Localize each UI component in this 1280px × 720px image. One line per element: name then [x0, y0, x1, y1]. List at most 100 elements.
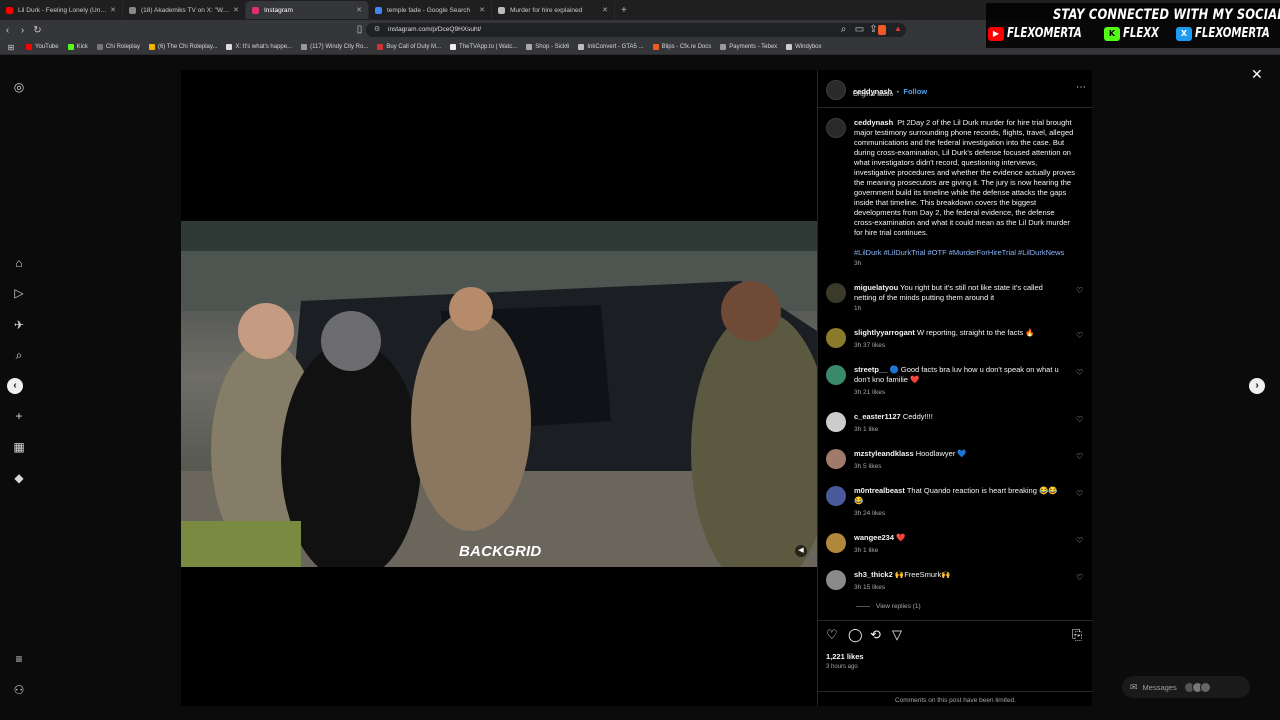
search-icon[interactable]: ⌕ [12, 348, 26, 362]
back-icon[interactable]: ‹ [0, 25, 15, 36]
commenter-avatar[interactable] [826, 412, 846, 432]
url-field[interactable]: ⚙ instagram.com/p/DceQ9HXsuht/ [366, 23, 906, 37]
post-media[interactable]: BACKGRID ◀ [181, 70, 817, 706]
like-comment-icon[interactable]: ♡ [1076, 536, 1083, 545]
previous-post-icon[interactable]: ‹ [7, 378, 23, 394]
bookmark-favicon-icon [96, 44, 103, 50]
home-icon[interactable]: ⌂ [12, 256, 26, 270]
bookmark-label: Shop - Sick6 [535, 44, 570, 50]
reels-icon[interactable]: ▷ [12, 286, 26, 300]
direct-messages-icon[interactable]: ✈ [12, 318, 26, 332]
messages-pill[interactable]: ✉ Messages [1122, 676, 1250, 698]
brave-shield-icon[interactable] [878, 25, 886, 35]
forward-icon[interactable]: › [15, 25, 30, 36]
zoom-icon[interactable]: ⌕ [836, 24, 851, 35]
like-comment-icon[interactable]: ♡ [1076, 286, 1083, 295]
caption-text: Pt 2Day 2 of the Lil Durk murder for hir… [854, 118, 1075, 237]
commenter-username[interactable]: sh3_thick2 [854, 570, 893, 579]
save-bookmark-icon[interactable]: ⎘ [1072, 627, 1082, 643]
tab-favicon-icon [129, 6, 136, 14]
bookmark-item[interactable]: X: It's what's happe... [226, 44, 292, 50]
commenter-avatar[interactable] [826, 486, 846, 506]
replies-divider [856, 605, 870, 607]
dashboard-icon[interactable]: ▦ [12, 440, 26, 454]
commenter-avatar[interactable] [826, 570, 846, 590]
cast-icon[interactable]: ▭ [852, 24, 867, 35]
comment-bubble-icon[interactable]: ◯ [848, 627, 863, 643]
commenter-username[interactable]: m0ntrealbeast [854, 486, 905, 495]
comments-limited-notice: Comments on this post have been limited. [818, 691, 1093, 704]
meta-ai-icon[interactable]: ◆ [12, 471, 26, 485]
bookmark-item[interactable]: (6) The Chi Roleplay... [148, 44, 217, 50]
post-actions: ♡ ◯ ⟲ ▽ ⎘ 1,221 likes 3 hours ago Commen… [818, 620, 1093, 706]
repost-icon[interactable]: ⟲ [870, 627, 881, 643]
comments-list[interactable]: ceddynash Pt 2Day 2 of the Lil Durk murd… [818, 110, 1093, 616]
commenter-username[interactable]: c_easter1127 [854, 412, 901, 421]
bookmark-favicon-icon [526, 44, 533, 50]
site-info-icon[interactable]: ⚙ [374, 23, 380, 37]
bookmark-item[interactable]: Blips - Cfx.re Docs [652, 44, 711, 50]
browser-tab[interactable]: Murder for hire explained ✕ [492, 1, 615, 19]
follow-button[interactable]: Follow [903, 87, 927, 96]
caption-hashtags[interactable]: #LilDurk #LilDurkTrial #OTF #MurderForHi… [854, 248, 1076, 258]
bookmark-item[interactable]: YouTube [26, 44, 59, 50]
like-comment-icon[interactable]: ♡ [1076, 489, 1083, 498]
bookmark-page-icon[interactable]: ▯ [352, 24, 367, 35]
browser-tab[interactable]: (18) Akademiks TV on X: "Wack100 d✕ [123, 1, 246, 19]
apps-grid-icon[interactable]: ⊞ [6, 43, 16, 52]
more-menu-icon[interactable]: ≡ [12, 652, 26, 666]
close-tab-icon[interactable]: ✕ [602, 6, 608, 14]
like-comment-icon[interactable]: ♡ [1076, 368, 1083, 377]
caption-username[interactable]: ceddynash [854, 118, 893, 127]
bookmark-item[interactable]: Payments - Tebex [720, 44, 777, 50]
new-tab-icon[interactable]: + [621, 5, 627, 16]
bookmark-item[interactable]: InkConvert - GTA5 ... [578, 44, 644, 50]
bookmark-item[interactable]: (117) Windy City Ro... [301, 44, 368, 50]
author-avatar[interactable] [826, 118, 846, 138]
close-tab-icon[interactable]: ✕ [356, 6, 362, 14]
commenter-username[interactable]: miguelatyou [854, 283, 898, 292]
like-comment-icon[interactable]: ♡ [1076, 415, 1083, 424]
more-options-icon[interactable]: ⋯ [1076, 82, 1086, 93]
like-comment-icon[interactable]: ♡ [1076, 573, 1083, 582]
author-avatar[interactable] [826, 80, 846, 100]
instagram-logo-icon[interactable]: ◎ [12, 80, 26, 94]
commenter-username[interactable]: wangee234 [854, 533, 894, 542]
create-icon[interactable]: + [12, 409, 26, 423]
likes-count[interactable]: 1,221 likes [826, 652, 864, 661]
commenter-username[interactable]: mzstyleandklass [854, 449, 914, 458]
brave-rewards-icon[interactable]: ▲ [894, 24, 902, 33]
bookmark-item[interactable]: Kick [67, 44, 88, 50]
like-comment-icon[interactable]: ♡ [1076, 331, 1083, 340]
commenter-avatar[interactable] [826, 449, 846, 469]
bookmark-item[interactable]: Shop - Sick6 [526, 44, 569, 50]
view-replies-link[interactable]: View replies (1) [856, 603, 921, 610]
bookmark-item[interactable]: TheTVApp.to | Watc... [450, 44, 517, 50]
also-from-meta-icon[interactable]: ⚇ [12, 683, 26, 697]
commenter-avatar[interactable] [826, 365, 846, 385]
mute-toggle-icon[interactable]: ◀ [795, 545, 807, 557]
commenter-avatar[interactable] [826, 283, 846, 303]
commenter-username[interactable]: slightlyyarrogant [854, 328, 915, 337]
audio-label[interactable]: Original audio [853, 91, 893, 98]
next-post-icon[interactable]: › [1249, 378, 1265, 394]
commenter-avatar[interactable] [826, 328, 846, 348]
browser-tab[interactable]: temple fade - Google Search ✕ [369, 1, 492, 19]
like-comment-icon[interactable]: ♡ [1076, 452, 1083, 461]
reload-icon[interactable]: ↻ [30, 25, 45, 36]
video-player[interactable]: BACKGRID ◀ [181, 221, 817, 567]
browser-tab[interactable]: Lil Durk - Feeling Lonely (Unrelea ✕ [0, 1, 123, 19]
browser-tab-active[interactable]: Instagram ✕ [246, 1, 369, 19]
close-tab-icon[interactable]: ✕ [110, 6, 116, 14]
caption-age: 3h [854, 260, 862, 267]
share-icon[interactable]: ▽ [892, 627, 902, 643]
close-icon[interactable]: ✕ [1251, 66, 1263, 83]
bookmark-item[interactable]: Windybox [786, 44, 822, 50]
close-tab-icon[interactable]: ✕ [233, 6, 239, 14]
close-tab-icon[interactable]: ✕ [479, 6, 485, 14]
commenter-avatar[interactable] [826, 533, 846, 553]
bookmark-item[interactable]: Buy Call of Duty M... [377, 44, 441, 50]
bookmark-item[interactable]: Chi Roleplay [96, 44, 140, 50]
like-heart-icon[interactable]: ♡ [826, 627, 838, 643]
commenter-username[interactable]: streetp__ [854, 365, 887, 374]
